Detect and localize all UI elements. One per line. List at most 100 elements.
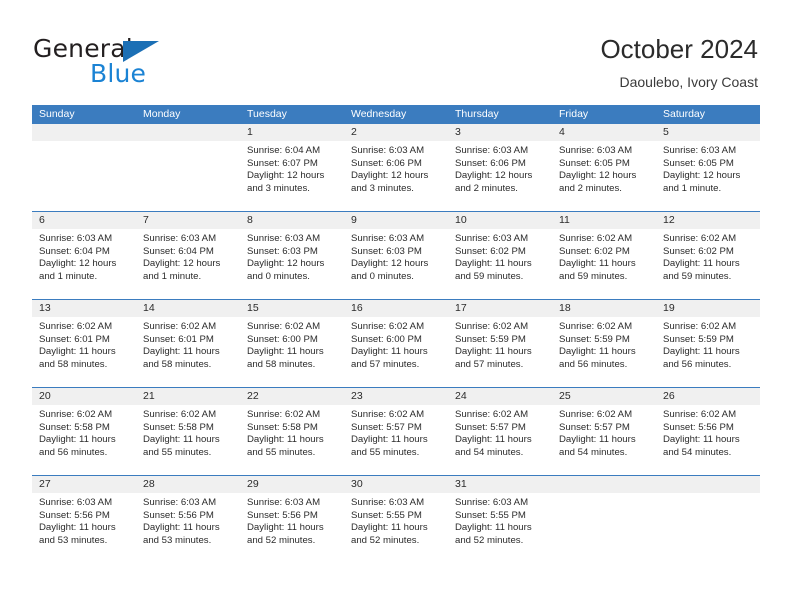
daylight-text-line2: and 55 minutes. — [247, 446, 316, 458]
day-cell[interactable]: 17 Sunrise: 6:02 AM Sunset: 5:59 PM Dayligh… — [448, 300, 552, 387]
sunset-text: Sunset: 5:59 PM — [455, 333, 526, 345]
calendar-week-row: 20 Sunrise: 6:02 AM Sunset: 5:58 PM Dayligh… — [32, 387, 760, 475]
day-cell[interactable]: 19 Sunrise: 6:02 AM Sunset: 5:59 PM Dayligh… — [656, 300, 760, 387]
day-cell[interactable]: 30 Sunrise: 6:03 AM Sunset: 5:55 PM Dayligh… — [344, 476, 448, 563]
day-number: 19 — [656, 300, 760, 317]
day-details: Sunrise: 6:02 AM Sunset: 5:59 PM Daylight:… — [656, 317, 760, 387]
calendar-week-row: 1 Sunrise: 6:04 AM Sunset: 6:07 PM Daylight… — [32, 124, 760, 211]
day-cell[interactable]: 29 Sunrise: 6:03 AM Sunset: 5:56 PM Dayligh… — [240, 476, 344, 563]
sunset-text: Sunset: 6:01 PM — [39, 333, 110, 345]
day-cell[interactable]: 14 Sunrise: 6:02 AM Sunset: 6:01 PM Dayligh… — [136, 300, 240, 387]
day-cell[interactable]: 28 Sunrise: 6:03 AM Sunset: 5:56 PM Dayligh… — [136, 476, 240, 563]
sunrise-text: Sunrise: 6:03 AM — [143, 497, 217, 508]
day-cell[interactable]: 25 Sunrise: 6:02 AM Sunset: 5:57 PM Dayligh… — [552, 388, 656, 475]
day-cell[interactable]: 16 Sunrise: 6:02 AM Sunset: 6:00 PM Dayligh… — [344, 300, 448, 387]
daylight-text-line1: Daylight: 11 hours — [143, 522, 220, 534]
day-cell[interactable]: 20 Sunrise: 6:02 AM Sunset: 5:58 PM Dayligh… — [32, 388, 136, 475]
day-cell[interactable]: 7 Sunrise: 6:03 AM Sunset: 6:04 PM Daylight… — [136, 212, 240, 299]
day-details: Sunrise: 6:03 AM Sunset: 6:06 PM Daylight:… — [448, 141, 552, 211]
sunrise-text: Sunrise: 6:02 AM — [559, 233, 633, 244]
daylight-text-line1: Daylight: 12 hours — [351, 258, 429, 270]
day-details: Sunrise: 6:02 AM Sunset: 5:57 PM Daylight:… — [344, 405, 448, 475]
day-cell[interactable]: 8 Sunrise: 6:03 AM Sunset: 6:03 PM Daylight… — [240, 212, 344, 299]
day-number: 26 — [656, 388, 760, 405]
day-cell[interactable]: 9 Sunrise: 6:03 AM Sunset: 6:03 PM Daylight… — [344, 212, 448, 299]
sunrise-text: Sunrise: 6:02 AM — [143, 321, 217, 332]
sunset-text: Sunset: 5:55 PM — [351, 509, 422, 521]
day-cell[interactable]: 2 Sunrise: 6:03 AM Sunset: 6:06 PM Daylight… — [344, 124, 448, 211]
day-cell[interactable]: 10 Sunrise: 6:03 AM Sunset: 6:02 PM Dayligh… — [448, 212, 552, 299]
day-cell[interactable]: 22 Sunrise: 6:02 AM Sunset: 5:58 PM Dayligh… — [240, 388, 344, 475]
daylight-text-line1: Daylight: 11 hours — [143, 434, 220, 446]
calendar-week-row: 6 Sunrise: 6:03 AM Sunset: 6:04 PM Daylight… — [32, 211, 760, 299]
general-blue-logo[interactable]: General Blue — [33, 34, 243, 88]
weekday-header-thursday: Thursday — [455, 108, 499, 120]
day-cell[interactable]: 23 Sunrise: 6:02 AM Sunset: 5:57 PM Dayligh… — [344, 388, 448, 475]
weekday-header-saturday: Saturday — [663, 108, 706, 120]
sunrise-text: Sunrise: 6:02 AM — [559, 409, 633, 420]
sunset-text: Sunset: 6:06 PM — [455, 157, 526, 169]
daylight-text-line2: and 53 minutes. — [39, 534, 108, 546]
day-details: Sunrise: 6:02 AM Sunset: 6:02 PM Daylight:… — [656, 229, 760, 299]
day-cell[interactable]: 11 Sunrise: 6:02 AM Sunset: 6:02 PM Dayligh… — [552, 212, 656, 299]
weekday-header-row: Sunday Monday Tuesday Wednesday Thursday Frid… — [32, 105, 760, 124]
daylight-text-line1: Daylight: 11 hours — [559, 434, 636, 446]
day-cell[interactable]: 21 Sunrise: 6:02 AM Sunset: 5:58 PM Dayligh… — [136, 388, 240, 475]
daylight-text-line1: Daylight: 11 hours — [663, 434, 740, 446]
day-cell[interactable]: 12 Sunrise: 6:02 AM Sunset: 6:02 PM Dayligh… — [656, 212, 760, 299]
sunrise-text: Sunrise: 6:02 AM — [663, 409, 737, 420]
sunset-text: Sunset: 6:00 PM — [247, 333, 318, 345]
page-subtitle: Daoulebo, Ivory Coast — [619, 74, 758, 90]
daylight-text-line2: and 58 minutes. — [143, 358, 212, 370]
daylight-text-line2: and 59 minutes. — [663, 270, 732, 282]
day-details: Sunrise: 6:03 AM Sunset: 6:05 PM Daylight:… — [656, 141, 760, 211]
day-details: Sunrise: 6:02 AM Sunset: 5:57 PM Daylight:… — [552, 405, 656, 475]
day-cell[interactable]: 31 Sunrise: 6:03 AM Sunset: 5:55 PM Dayligh… — [448, 476, 552, 563]
day-details: Sunrise: 6:03 AM Sunset: 6:05 PM Daylight:… — [552, 141, 656, 211]
day-details: Sunrise: 6:04 AM Sunset: 6:07 PM Daylight:… — [240, 141, 344, 211]
day-cell[interactable]: 13 Sunrise: 6:02 AM Sunset: 6:01 PM Dayligh… — [32, 300, 136, 387]
day-number: 6 — [32, 212, 136, 229]
day-cell[interactable]: 6 Sunrise: 6:03 AM Sunset: 6:04 PM Daylight… — [32, 212, 136, 299]
day-cell[interactable]: 18 Sunrise: 6:02 AM Sunset: 5:59 PM Dayligh… — [552, 300, 656, 387]
daylight-text-line2: and 2 minutes. — [559, 182, 622, 194]
day-cell[interactable]: 27 Sunrise: 6:03 AM Sunset: 5:56 PM Dayligh… — [32, 476, 136, 563]
sunset-text: Sunset: 5:56 PM — [39, 509, 110, 521]
daylight-text-line1: Daylight: 12 hours — [143, 258, 221, 270]
weekday-header-monday: Monday — [143, 108, 181, 120]
day-cell[interactable]: 15 Sunrise: 6:02 AM Sunset: 6:00 PM Dayligh… — [240, 300, 344, 387]
sunrise-text: Sunrise: 6:03 AM — [351, 497, 425, 508]
daylight-text-line1: Daylight: 11 hours — [455, 346, 532, 358]
sunset-text: Sunset: 5:56 PM — [663, 421, 734, 433]
day-details: Sunrise: 6:03 AM Sunset: 5:55 PM Daylight:… — [448, 493, 552, 563]
day-cell[interactable]: 24 Sunrise: 6:02 AM Sunset: 5:57 PM Dayligh… — [448, 388, 552, 475]
day-cell[interactable]: 5 Sunrise: 6:03 AM Sunset: 6:05 PM Daylight… — [656, 124, 760, 211]
day-number: 23 — [344, 388, 448, 405]
sunrise-text: Sunrise: 6:03 AM — [247, 233, 321, 244]
sunrise-text: Sunrise: 6:02 AM — [663, 233, 737, 244]
day-details: Sunrise: 6:02 AM Sunset: 5:56 PM Daylight:… — [656, 405, 760, 475]
daylight-text-line1: Daylight: 12 hours — [39, 258, 117, 270]
day-cell[interactable]: 3 Sunrise: 6:03 AM Sunset: 6:06 PM Daylight… — [448, 124, 552, 211]
sunset-text: Sunset: 6:03 PM — [247, 245, 318, 257]
calendar-week-row: 27 Sunrise: 6:03 AM Sunset: 5:56 PM Dayligh… — [32, 475, 760, 563]
sunset-text: Sunset: 5:57 PM — [559, 421, 630, 433]
day-details: Sunrise: 6:03 AM Sunset: 6:02 PM Daylight:… — [448, 229, 552, 299]
day-cell[interactable]: 26 Sunrise: 6:02 AM Sunset: 5:56 PM Dayligh… — [656, 388, 760, 475]
daylight-text-line2: and 0 minutes. — [351, 270, 414, 282]
daylight-text-line1: Daylight: 12 hours — [663, 170, 741, 182]
sunrise-text: Sunrise: 6:02 AM — [351, 321, 425, 332]
sunrise-text: Sunrise: 6:02 AM — [247, 409, 321, 420]
day-cell[interactable]: 4 Sunrise: 6:03 AM Sunset: 6:05 PM Daylight… — [552, 124, 656, 211]
day-details: Sunrise: 6:02 AM Sunset: 5:59 PM Daylight:… — [552, 317, 656, 387]
daylight-text-line2: and 56 minutes. — [663, 358, 732, 370]
sunset-text: Sunset: 5:56 PM — [247, 509, 318, 521]
day-details: Sunrise: 6:02 AM Sunset: 6:02 PM Daylight:… — [552, 229, 656, 299]
page-header: General Blue October 2024 Daoulebo, Ivor… — [0, 0, 792, 104]
daylight-text-line1: Daylight: 11 hours — [455, 258, 532, 270]
day-details: Sunrise: 6:02 AM Sunset: 5:57 PM Daylight:… — [448, 405, 552, 475]
day-cell[interactable]: 1 Sunrise: 6:04 AM Sunset: 6:07 PM Daylight… — [240, 124, 344, 211]
sunset-text: Sunset: 6:00 PM — [351, 333, 422, 345]
calendar-week-row: 13 Sunrise: 6:02 AM Sunset: 6:01 PM Dayligh… — [32, 299, 760, 387]
sunrise-text: Sunrise: 6:03 AM — [455, 233, 529, 244]
